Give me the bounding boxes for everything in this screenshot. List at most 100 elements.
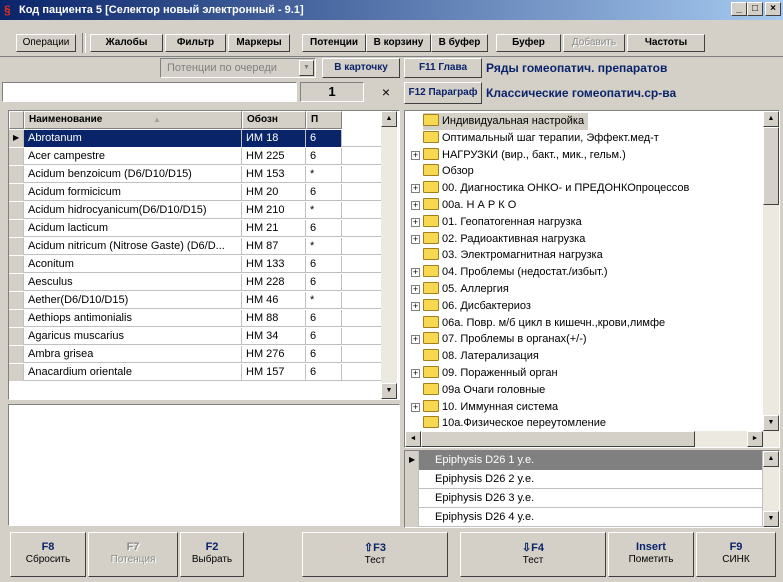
tree-node[interactable]: 06. Дисбактериоз — [423, 298, 531, 315]
list-item[interactable]: Epiphysis D26 4 у.е. — [405, 508, 763, 527]
select-button[interactable]: F2 Выбрать — [180, 532, 244, 577]
expand-icon[interactable]: + — [411, 217, 420, 227]
table-row[interactable]: Acidum benzoicum (D6/D10/D15) HM 153 * — [9, 166, 381, 183]
search-input[interactable] — [2, 82, 297, 102]
table-row[interactable]: Aconitum HM 133 6 — [9, 256, 381, 273]
reset-button[interactable]: F8 Сбросить — [10, 532, 86, 577]
clear-icon[interactable]: × — [378, 82, 394, 102]
table-row[interactable]: Aether(D6/D10/D15) HM 46 * — [9, 292, 381, 309]
expand-icon[interactable]: + — [411, 335, 420, 345]
complaints-button[interactable]: Жалобы — [90, 34, 163, 52]
list-item[interactable]: Epiphysis D26 3 у.е. — [405, 489, 763, 508]
folder-icon — [423, 164, 439, 177]
test-down-button[interactable]: ⇩F4 Тест — [460, 532, 606, 577]
table-row[interactable]: Acidum nitricum (Nitrose Gaste) (D6/D...… — [9, 238, 381, 255]
items-scrollbar[interactable]: ▲ ▼ — [763, 451, 779, 527]
table-row[interactable]: Acer campestre HM 225 6 — [9, 148, 381, 165]
scroll-down-icon[interactable]: ▼ — [763, 511, 779, 527]
tree-vscroll[interactable]: ▲ ▼ — [763, 111, 779, 431]
buffer-button[interactable]: Буфер — [496, 34, 561, 52]
tree-node[interactable]: Индивидуальная настройка — [423, 113, 589, 130]
table-row[interactable]: Agaricus muscarius HM 34 6 — [9, 328, 381, 345]
table-row[interactable]: Acidum formicicum HM 20 6 — [9, 184, 381, 201]
tree-node[interactable]: Обзор — [423, 163, 474, 180]
to-buffer-button[interactable]: В буфер — [431, 34, 488, 52]
expand-icon[interactable]: + — [411, 150, 420, 160]
list-item[interactable]: Epiphysis D26 2 у.е. — [405, 470, 763, 489]
grid-header-code[interactable]: Обозн — [242, 111, 306, 129]
sync-button[interactable]: F9 СИНК — [696, 532, 776, 577]
filter-button[interactable]: Фильтр — [165, 34, 226, 52]
close-button[interactable]: × — [765, 2, 781, 16]
tree-node[interactable]: 08. Латерализация — [423, 348, 539, 365]
table-row[interactable]: Aethiops antimonialis HM 88 6 — [9, 310, 381, 327]
to-cart-button[interactable]: В корзину — [366, 34, 431, 52]
scroll-right-icon[interactable]: ► — [747, 431, 763, 447]
grid-scrollbar[interactable]: ▲ ▼ — [381, 111, 397, 399]
markers-button[interactable]: Маркеры — [228, 34, 290, 52]
table-row[interactable]: Aesculus HM 228 6 — [9, 274, 381, 291]
expand-icon[interactable]: + — [411, 268, 420, 278]
expand-icon[interactable]: + — [411, 234, 420, 244]
potencies-button[interactable]: Потенции — [302, 34, 366, 52]
expand-icon[interactable]: + — [411, 369, 420, 378]
list-item[interactable]: ▶ Epiphysis D26 1 у.е. — [405, 451, 763, 470]
table-row[interactable]: Ambra grisea HM 276 6 — [9, 346, 381, 363]
test-up-button[interactable]: ⇧F3 Тест — [302, 532, 448, 577]
expand-icon[interactable]: + — [411, 184, 420, 194]
scroll-thumb[interactable] — [763, 127, 779, 205]
add-button[interactable]: Добавить — [563, 34, 625, 52]
f11-chapter-button[interactable]: F11 Глава — [404, 58, 482, 78]
tree-node[interactable]: 04. Проблемы (недостат./избыт.) — [423, 264, 608, 281]
tree-node[interactable]: 00. Диагностика ОНКО- и ПРЕДОНКОпроцессо… — [423, 180, 689, 197]
tree-node-label: 00. Диагностика ОНКО- и ПРЕДОНКОпроцессо… — [442, 182, 690, 195]
remedy-code-cell: HM 20 — [242, 184, 306, 201]
to-card-button[interactable]: В карточку — [322, 58, 400, 78]
tree-node[interactable]: 01. Геопатогенная нагрузка — [423, 214, 582, 231]
potency-button[interactable]: F7 Потенция — [88, 532, 178, 577]
scroll-down-icon[interactable]: ▼ — [381, 383, 397, 399]
hscroll-thumb[interactable] — [421, 431, 695, 447]
expand-icon[interactable]: + — [411, 402, 420, 412]
scroll-up-icon[interactable]: ▲ — [763, 111, 779, 127]
tree-node[interactable]: 05. Аллергия — [423, 281, 509, 298]
tree-node[interactable]: 07. Проблемы в органах(+/-) — [423, 331, 587, 348]
tree-node-label: 10а.Физическое перeутомление — [442, 417, 606, 430]
remedy-name-cell: Acidum nitricum (Nitrose Gaste) (D6/D... — [24, 238, 242, 255]
scroll-left-icon[interactable]: ◄ — [405, 431, 421, 447]
tree-node[interactable]: 09. Пораженный орган — [423, 365, 558, 382]
scroll-up-icon[interactable]: ▲ — [763, 451, 779, 467]
f12-paragraph-button[interactable]: F12 Параграф — [404, 82, 482, 104]
expand-icon[interactable]: + — [411, 285, 420, 294]
tree-node[interactable]: 10. Иммунная система — [423, 399, 558, 416]
mark-button[interactable]: Insert Пометить — [608, 532, 694, 577]
potency-combo[interactable]: Потенции по очереди ▼ — [160, 58, 316, 78]
grid-header-p[interactable]: П — [306, 111, 342, 129]
row-indicator — [9, 364, 24, 381]
table-row[interactable]: Anacardium orientale HM 157 6 — [9, 364, 381, 381]
operations-button[interactable]: Операции — [16, 34, 76, 52]
tree-hscroll[interactable]: ◄ ► — [405, 431, 779, 447]
scroll-up-icon[interactable]: ▲ — [381, 111, 397, 127]
tree-node[interactable]: 09а Очаги головные — [423, 382, 545, 399]
scroll-down-icon[interactable]: ▼ — [763, 415, 779, 431]
expand-icon[interactable]: + — [411, 301, 420, 311]
tree-node[interactable]: 02. Радиоактивная нагрузка — [423, 231, 585, 248]
table-row[interactable]: Acidum hidrocyanicum(D6/D10/D15) HM 210 * — [9, 202, 381, 219]
tree-node[interactable]: НАГРУЗКИ (вир., бакт., мик., гельм.) — [423, 147, 626, 164]
tree-node[interactable]: 10а.Физическое перeутомление — [423, 415, 606, 432]
expand-icon[interactable]: + — [411, 201, 420, 210]
minimize-button[interactable]: _ — [731, 2, 747, 16]
grid-header-name[interactable]: Наименование ▲ — [24, 111, 242, 129]
tree-node[interactable]: 03. Электромагнитная нагрузка — [423, 247, 603, 264]
table-row[interactable]: Acidum lacticum HM 21 6 — [9, 220, 381, 237]
table-row[interactable]: ▶ Abrotanum ИМ 18 6 — [9, 130, 381, 147]
tree-node[interactable]: 06а. Повр. м/б цикл в кишечн.,крови,лимф… — [423, 315, 665, 332]
maximize-button[interactable]: □ — [747, 2, 763, 16]
frequencies-button[interactable]: Частоты — [627, 34, 705, 52]
chevron-down-icon[interactable]: ▼ — [299, 60, 314, 76]
tree-node[interactable]: 00а. Н А Р К О — [423, 197, 516, 214]
tree-node[interactable]: Оптимальный шаг терапии, Эффект.мед-т — [423, 130, 659, 147]
row-indicator — [9, 238, 24, 255]
f7-label: Потенция — [110, 554, 156, 565]
